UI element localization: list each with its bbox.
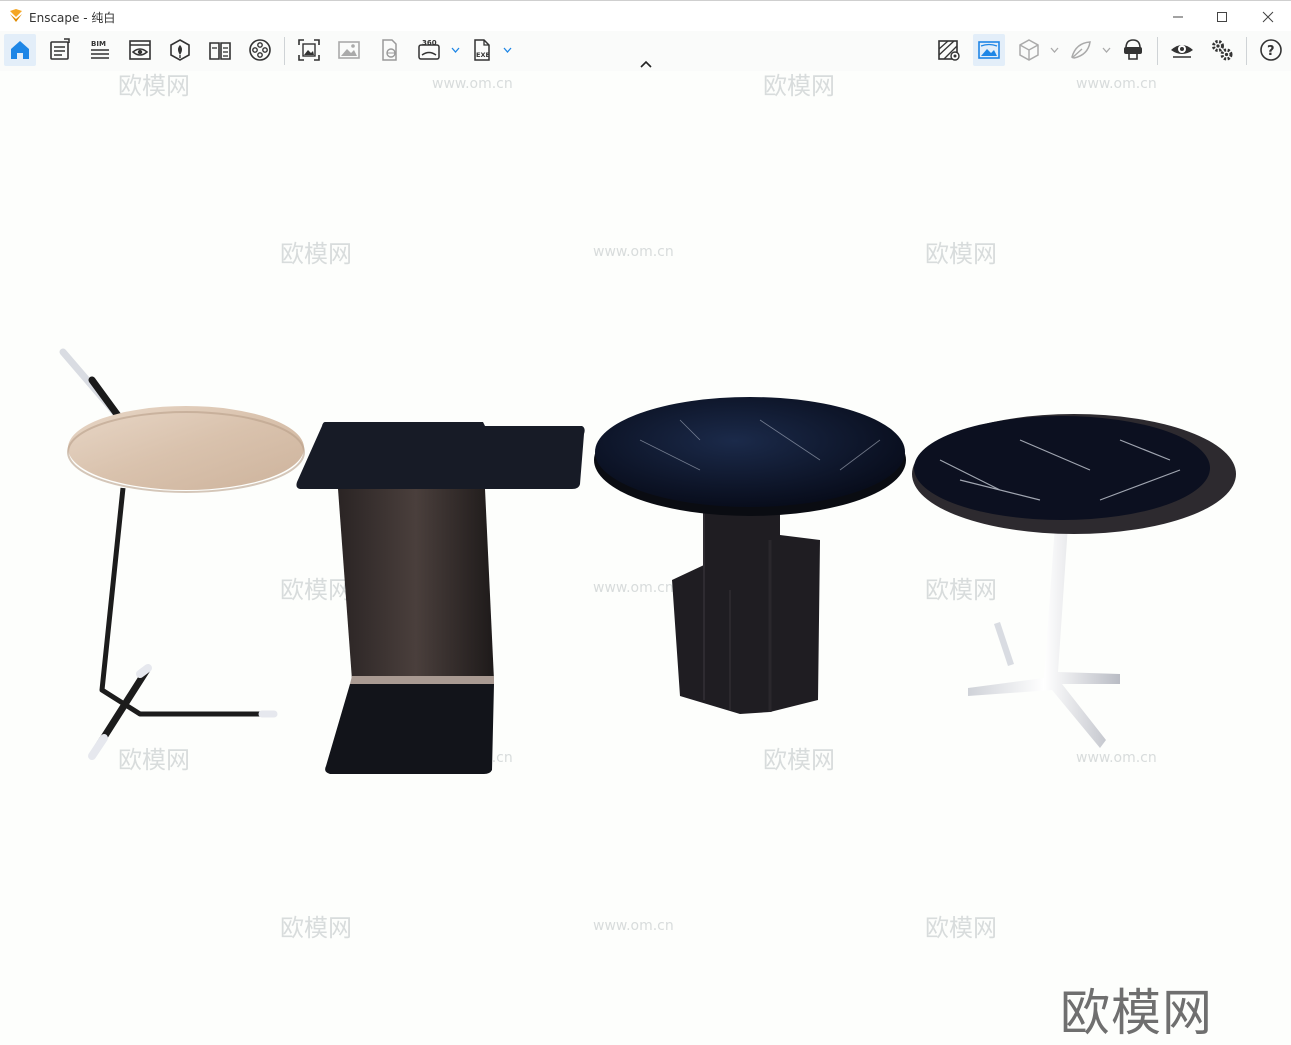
panorama-360-icon: 360 bbox=[418, 39, 440, 60]
svg-text:www.om.cn: www.om.cn bbox=[432, 76, 513, 92]
export-exe-dropdown[interactable] bbox=[502, 43, 512, 57]
feedback-icon bbox=[1071, 41, 1091, 59]
scene-render: 欧模网 www.om.cn 欧模网 www.om.cn 欧模网 www.om.c… bbox=[59, 72, 1236, 942]
panorama-360-dropdown[interactable] bbox=[450, 43, 460, 57]
document-title: 纯白 bbox=[91, 11, 116, 25]
chevron-down-icon bbox=[1102, 47, 1110, 53]
render-screenshot-button[interactable] bbox=[293, 34, 325, 66]
help-button[interactable]: ? bbox=[1255, 34, 1287, 66]
chevron-down-icon bbox=[451, 47, 459, 53]
visual-settings-icon bbox=[50, 38, 70, 60]
video-editor-button[interactable] bbox=[244, 34, 276, 66]
toolbar-separator bbox=[1246, 37, 1247, 65]
minimize-button[interactable] bbox=[1155, 1, 1201, 32]
svg-text:欧模网: 欧模网 bbox=[280, 240, 352, 268]
web-standalone-button[interactable] bbox=[373, 34, 405, 66]
feedback-button[interactable] bbox=[1065, 34, 1097, 66]
svg-text:欧模网: 欧模网 bbox=[118, 72, 190, 100]
side-table-wood bbox=[59, 348, 305, 760]
asset-library-icon bbox=[170, 39, 190, 61]
help-label: ? bbox=[1267, 44, 1275, 59]
export-exe-button[interactable]: EXE bbox=[466, 34, 498, 66]
window-title: Enscape - 纯白 bbox=[29, 9, 115, 26]
maximize-icon bbox=[1217, 11, 1227, 22]
home-icon bbox=[11, 41, 29, 59]
eye-preview-button[interactable] bbox=[1166, 34, 1198, 66]
video-editor-icon bbox=[249, 39, 271, 61]
chevron-down-icon bbox=[503, 47, 511, 53]
export-exe-icon: EXE bbox=[474, 39, 490, 61]
title-bar: Enscape - 纯白 bbox=[0, 0, 1291, 32]
svg-text:欧模网: 欧模网 bbox=[925, 914, 997, 942]
cube-view-button[interactable] bbox=[1013, 34, 1045, 66]
render-screenshot-icon bbox=[298, 39, 320, 61]
toolbar-separator bbox=[284, 37, 285, 65]
panorama-360-label: 360 bbox=[422, 39, 437, 47]
side-table-marble-pedestal bbox=[594, 397, 906, 714]
web-standalone-icon bbox=[382, 39, 397, 61]
cube-view-icon bbox=[1019, 39, 1039, 61]
close-icon bbox=[1262, 11, 1274, 22]
help-icon: ? bbox=[1260, 39, 1282, 61]
app-name: Enscape bbox=[29, 11, 80, 25]
material-editor-button[interactable] bbox=[204, 34, 236, 66]
batch-render-button[interactable] bbox=[333, 34, 365, 66]
chevron-down-icon bbox=[1050, 47, 1058, 53]
batch-render-icon bbox=[338, 41, 360, 59]
vr-headset-icon bbox=[1124, 39, 1142, 60]
svg-text:欧模网: 欧模网 bbox=[763, 746, 835, 774]
svg-text:www.om.cn: www.om.cn bbox=[1076, 76, 1157, 92]
view-management-icon bbox=[129, 40, 151, 60]
watermark-brand: 欧模网 bbox=[1060, 984, 1213, 1042]
capture-viewpoint-icon bbox=[978, 41, 1000, 59]
svg-text:欧模网: 欧模网 bbox=[280, 914, 352, 942]
enscape-logo-icon bbox=[10, 9, 22, 22]
vr-headset-button[interactable] bbox=[1117, 34, 1149, 66]
bim-label: BIM bbox=[91, 40, 106, 48]
maximize-button[interactable] bbox=[1199, 1, 1245, 32]
sync-views-icon bbox=[938, 40, 960, 61]
svg-text:www.om.cn: www.om.cn bbox=[593, 580, 674, 596]
render-viewport[interactable]: 欧模网 www.om.cn 欧模网 www.om.cn 欧模网 www.om.c… bbox=[0, 71, 1291, 1042]
svg-text:欧模网: 欧模网 bbox=[925, 240, 997, 268]
material-editor-icon bbox=[209, 42, 231, 60]
bim-info-button[interactable]: BIM bbox=[84, 34, 116, 66]
svg-text:www.om.cn: www.om.cn bbox=[593, 244, 674, 260]
visual-settings-button[interactable] bbox=[44, 34, 76, 66]
home-button[interactable] bbox=[4, 34, 36, 66]
asset-library-button[interactable] bbox=[164, 34, 196, 66]
svg-text:www.om.cn: www.om.cn bbox=[1076, 750, 1157, 766]
panorama-360-button[interactable]: 360 bbox=[413, 34, 445, 66]
export-exe-label: EXE bbox=[476, 51, 490, 59]
title-separator: - bbox=[83, 11, 88, 25]
svg-text:www.om.cn: www.om.cn bbox=[593, 918, 674, 934]
svg-text:欧模网: 欧模网 bbox=[763, 72, 835, 100]
cube-view-dropdown[interactable] bbox=[1049, 43, 1059, 57]
sync-views-button[interactable] bbox=[933, 34, 965, 66]
eye-preview-icon bbox=[1171, 45, 1193, 58]
svg-text:欧模网: 欧模网 bbox=[118, 746, 190, 774]
bim-info-icon: BIM bbox=[91, 40, 109, 59]
settings-button[interactable] bbox=[1206, 34, 1238, 66]
minimize-icon bbox=[1173, 16, 1183, 17]
settings-gears-icon bbox=[1212, 40, 1233, 61]
collapse-toolbar-icon[interactable] bbox=[638, 58, 654, 70]
toolbar-separator bbox=[1157, 37, 1158, 65]
feedback-dropdown[interactable] bbox=[1101, 43, 1111, 57]
view-management-button[interactable] bbox=[124, 34, 156, 66]
svg-text:欧模网: 欧模网 bbox=[925, 576, 997, 604]
capture-viewpoint-button[interactable] bbox=[973, 34, 1005, 66]
svg-text:欧模网: 欧模网 bbox=[280, 576, 352, 604]
close-button[interactable] bbox=[1245, 1, 1291, 32]
